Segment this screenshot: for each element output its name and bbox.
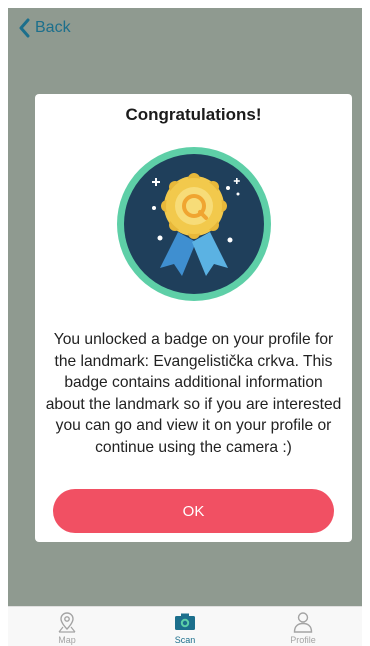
tab-map-label: Map <box>58 635 76 645</box>
tab-bar: Map Scan Profile <box>8 606 362 646</box>
tab-map[interactable]: Map <box>8 607 126 646</box>
app-screen: Back Congratulations! You unlocked a bad… <box>8 8 362 606</box>
tab-scan-label: Scan <box>174 635 196 645</box>
award-ribbon-icon <box>116 146 272 302</box>
dialog-title: Congratulations! <box>125 105 262 124</box>
tab-scan[interactable]: Scan <box>126 607 244 646</box>
back-label: Back <box>35 19 71 36</box>
badge-unlocked-dialog: Congratulations! You unlocked a badge on… <box>35 94 352 542</box>
back-button[interactable]: Back <box>18 16 71 40</box>
user-icon <box>292 611 314 633</box>
dialog-message: You unlocked a badge on your profile for… <box>45 331 342 456</box>
ok-button[interactable]: OK <box>53 489 334 533</box>
map-pin-icon <box>56 611 78 633</box>
tab-profile[interactable]: Profile <box>244 607 362 646</box>
tab-profile-label: Profile <box>290 635 316 645</box>
chevron-left-icon <box>18 18 31 38</box>
camera-icon <box>174 611 196 633</box>
